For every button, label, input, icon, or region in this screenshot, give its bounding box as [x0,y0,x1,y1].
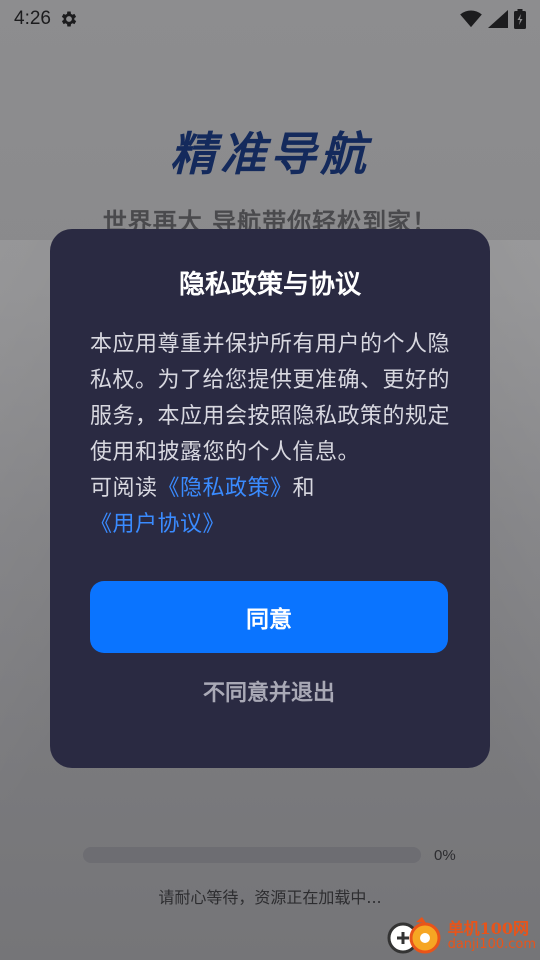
wifi-icon [460,10,482,28]
status-time: 4:26 [14,8,51,29]
gear-icon [59,9,79,29]
dialog-title: 隐私政策与协议 [178,270,361,300]
battery-icon [514,9,526,29]
privacy-policy-link[interactable]: 《隐私政策》 [158,476,293,501]
loading-progress: 0% [83,845,483,865]
progress-track [83,847,421,863]
dialog-body-text: 本应用尊重并保护所有用户的个人隐私权。为了给您提供更准确、更好的服务，本应用会按… [90,332,451,465]
signal-icon [488,10,508,28]
brand-header: 精准导航 世界再大 导航带你轻松到家！ [0,118,540,237]
status-left: 4:26 [14,8,79,30]
watermark-logo-icon [386,916,444,956]
and-text: 和 [292,476,316,501]
watermark-url: danji100.com [447,936,536,952]
watermark-text: 单机100网 danji100.com [448,920,536,952]
watermark-name: 单机100网 [447,919,529,939]
status-right [460,9,526,29]
privacy-dialog: 隐私政策与协议 本应用尊重并保护所有用户的个人隐私权。为了给您提供更准确、更好的… [50,229,490,768]
status-bar: 4:26 [0,0,540,38]
watermark: 单机100网 danji100.com [386,916,536,956]
app-title: 精准导航 [170,127,370,181]
progress-percent: 0% [434,846,456,864]
user-agreement-link[interactable]: 《用户协议》 [90,512,225,537]
disagree-exit-button[interactable]: 不同意并退出 [90,671,448,711]
dialog-body: 本应用尊重并保护所有用户的个人隐私权。为了给您提供更准确、更好的服务，本应用会按… [90,327,450,543]
read-prefix: 可阅读 [90,476,158,501]
splash-screen: 4:26 精准导航 世界再大 导航带你轻松到家！ 隐私政策与协议 本应用尊重并保… [0,0,540,960]
loading-message: 请耐心等待，资源正在加载中... [158,888,382,907]
agree-button[interactable]: 同意 [90,581,448,653]
